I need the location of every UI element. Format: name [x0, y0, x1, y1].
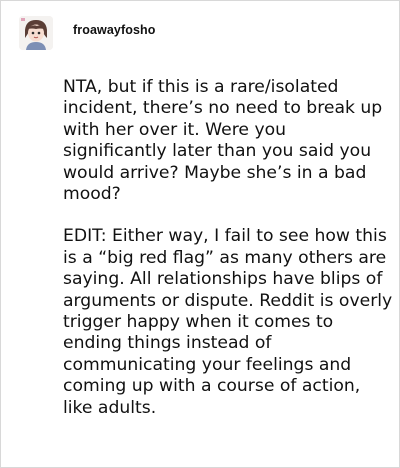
post-body: NTA, but if this is a rare/isolated inci…: [63, 77, 393, 419]
avatar-drawing-icon: [19, 16, 53, 50]
post-card: froawayfosho NTA, but if this is a rare/…: [0, 0, 400, 468]
username[interactable]: froawayfosho: [73, 23, 155, 37]
avatar[interactable]: [19, 16, 53, 50]
post-paragraph-edit: EDIT: Either way, I fail to see how this…: [63, 226, 393, 418]
post-header: froawayfosho: [19, 15, 155, 51]
post-paragraph: NTA, but if this is a rare/isolated inci…: [63, 77, 383, 205]
